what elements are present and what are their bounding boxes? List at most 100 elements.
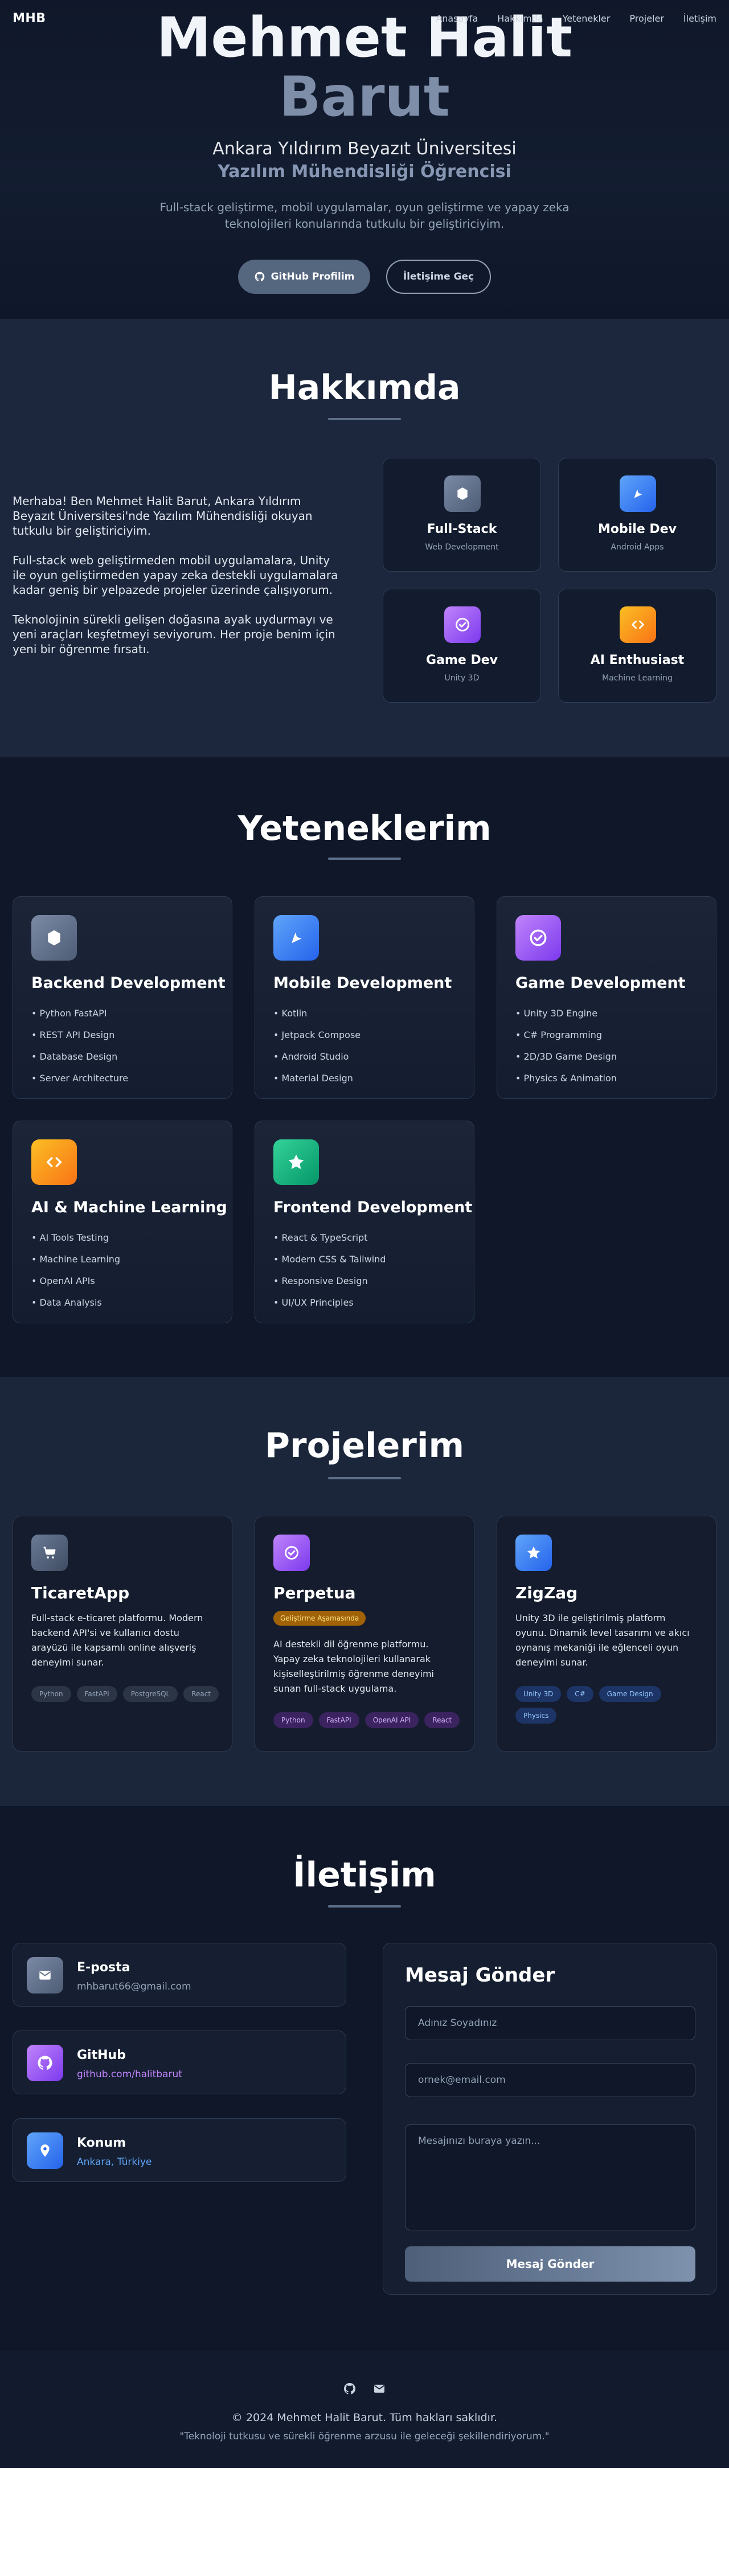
project-tags: Python FastAPI PostgreSQL React: [31, 1686, 219, 1702]
skill-item: • Kotlin: [273, 1008, 308, 1019]
contact-me-button[interactable]: İletişime Geç: [386, 260, 491, 294]
about-card-ai: AI Enthusiast Machine Learning: [558, 589, 716, 703]
nav-link-about[interactable]: Hakkımda: [497, 13, 543, 24]
location-pin-icon: [27, 2132, 63, 2169]
hero-buttons: GitHub Profilim İletişime Geç: [0, 260, 729, 294]
footer-social-links: [0, 2382, 729, 2395]
about-card-subtitle: Unity 3D: [444, 674, 480, 683]
project-card-perpetua[interactable]: Perpetua Geliştirme Aşamasında AI destek…: [255, 1516, 474, 1751]
about-paragraph: Full-stack web geliştirmeden mobil uygul…: [13, 553, 338, 597]
contact-title-underline: [328, 1905, 401, 1908]
about-card-title: Game Dev: [426, 653, 498, 667]
contact-card-email[interactable]: E-posta mhbarut66@gmail.com: [13, 1943, 346, 2007]
project-title: Perpetua: [273, 1584, 356, 1602]
about-paragraph: Merhaba! Ben Mehmet Halit Barut, Ankara …: [13, 494, 313, 538]
project-description: AI destekli dil öğrenme platformu. Yapay…: [273, 1639, 434, 1694]
skill-item: • REST API Design: [31, 1029, 115, 1040]
skills-title-underline: [328, 858, 401, 860]
contact-value[interactable]: github.com/halitbarut: [77, 2069, 182, 2080]
contact-section: İletişim E-posta mhbarut66@gmail.com Git…: [0, 1806, 729, 2352]
skill-item: • Unity 3D Engine: [515, 1008, 598, 1019]
mobile-icon: [273, 915, 319, 961]
footer: © 2024 Mehmet Halit Barut. Tüm hakları s…: [0, 2352, 729, 2468]
name-input[interactable]: [405, 2006, 695, 2040]
footer-quote: "Teknoloji tutkusu ve sürekli öğrenme ar…: [179, 2431, 550, 2442]
nav-link-home[interactable]: Anasayfa: [436, 13, 478, 24]
gamepad-icon: [515, 915, 561, 961]
about-text: Merhaba! Ben Mehmet Halit Barut, Ankara …: [13, 494, 346, 671]
project-tag: C#: [567, 1686, 593, 1702]
project-tag: Physics: [515, 1708, 557, 1724]
about-title: Hakkımda: [268, 368, 461, 408]
mobile-icon: [620, 475, 656, 512]
about-paragraph: Teknolojinin sürekli gelişen doğasına ay…: [13, 613, 335, 656]
contact-value: mhbarut66@gmail.com: [77, 1981, 191, 1992]
skill-card-ai: AI & Machine Learning • AI Tools Testing…: [13, 1121, 232, 1323]
hero-university: Ankara Yıldırım Beyazıt Üniversitesi: [212, 139, 517, 159]
skill-item: • Physics & Animation: [515, 1073, 617, 1084]
email-input[interactable]: [405, 2063, 695, 2097]
skill-item: • Responsive Design: [273, 1275, 368, 1286]
skill-item: • Data Analysis: [31, 1297, 102, 1308]
skill-list: • Python FastAPI • REST API Design • Dat…: [31, 1003, 128, 1089]
project-title: ZigZag: [515, 1584, 578, 1602]
star-icon: [515, 1535, 552, 1571]
mail-icon[interactable]: [372, 2382, 386, 2395]
hero-name-second-line: Barut: [279, 65, 450, 129]
project-tags: Unity 3D C# Game Design Physics: [515, 1686, 703, 1724]
contact-label: E-posta: [77, 1960, 130, 1975]
nav-links: Anasayfa Hakkımda Yetenekler Projeler İl…: [436, 13, 716, 24]
about-card-title: AI Enthusiast: [590, 653, 685, 667]
skill-item: • Jetpack Compose: [273, 1029, 361, 1040]
skill-item: • AI Tools Testing: [31, 1232, 109, 1243]
message-form: Mesaj Gönder Mesaj Gönder: [383, 1943, 716, 2295]
mail-icon: [27, 1957, 63, 1993]
about-card-fullstack: Full-Stack Web Development: [383, 458, 541, 572]
skill-item: • Python FastAPI: [31, 1008, 107, 1019]
github-profile-button[interactable]: GitHub Profilim: [238, 260, 370, 294]
contact-title: İletişim: [293, 1855, 436, 1895]
project-title: TicaretApp: [31, 1584, 130, 1602]
skill-item: • React & TypeScript: [273, 1232, 368, 1243]
about-card-subtitle: Android Apps: [611, 543, 664, 552]
project-card-ticaretapp[interactable]: TicaretApp Full-stack e-ticaret platform…: [13, 1516, 232, 1751]
server-icon: [31, 915, 77, 961]
skill-card-backend: Backend Development • Python FastAPI • R…: [13, 896, 232, 1099]
code-icon: [31, 1139, 77, 1185]
skills-section: Yeteneklerim Backend Development • Pytho…: [0, 757, 729, 1377]
projects-section: Projelerim TicaretApp Full-stack e-ticar…: [0, 1377, 729, 1806]
github-icon[interactable]: [343, 2382, 357, 2395]
hero-section: Mehmet Halit Barut Ankara Yıldırım Beyaz…: [0, 0, 729, 319]
skill-item: • Android Studio: [273, 1051, 349, 1062]
skill-item: • Database Design: [31, 1051, 118, 1062]
nav-link-contact[interactable]: İletişim: [683, 13, 716, 24]
projects-title: Projelerim: [265, 1426, 464, 1466]
skill-card-title: Frontend Development: [273, 1199, 473, 1216]
skill-item: • OpenAI APIs: [31, 1275, 95, 1286]
nav-link-skills[interactable]: Yetenekler: [563, 13, 611, 24]
about-card-gamedev: Game Dev Unity 3D: [383, 589, 541, 703]
project-tag: OpenAI API: [364, 1712, 419, 1728]
skill-card-title: Game Development: [515, 974, 686, 992]
projects-title-underline: [328, 1477, 401, 1479]
nav-link-projects[interactable]: Projeler: [629, 13, 664, 24]
github-icon: [255, 272, 264, 282]
skill-card-mobile: Mobile Development • Kotlin • Jetpack Co…: [255, 896, 474, 1099]
about-card-subtitle: Web Development: [425, 543, 499, 552]
check-circle-icon: [273, 1535, 310, 1571]
star-icon: [273, 1139, 319, 1185]
site-logo[interactable]: MHB: [13, 11, 46, 26]
message-textarea[interactable]: [405, 2124, 695, 2230]
skills-title: Yeteneklerim: [237, 809, 492, 848]
about-section: Hakkımda Merhaba! Ben Mehmet Halit Barut…: [0, 319, 729, 757]
skill-card-game: Game Development • Unity 3D Engine • C# …: [497, 896, 716, 1099]
project-tags: Python FastAPI OpenAI API React: [273, 1712, 461, 1728]
send-message-button[interactable]: Mesaj Gönder: [405, 2246, 695, 2282]
skill-card-title: Mobile Development: [273, 974, 452, 992]
hero-role: Yazılım Mühendisliği Öğrencisi: [218, 162, 511, 182]
contact-card-github[interactable]: GitHub github.com/halitbarut: [13, 2031, 346, 2094]
code-icon: [620, 606, 656, 643]
contact-label: Konum: [77, 2136, 126, 2150]
project-card-zigzag[interactable]: ZigZag Unity 3D ile geliştirilmiş platfo…: [497, 1516, 716, 1751]
project-description: Full-stack e-ticaret platformu. Modern b…: [31, 1613, 203, 1668]
